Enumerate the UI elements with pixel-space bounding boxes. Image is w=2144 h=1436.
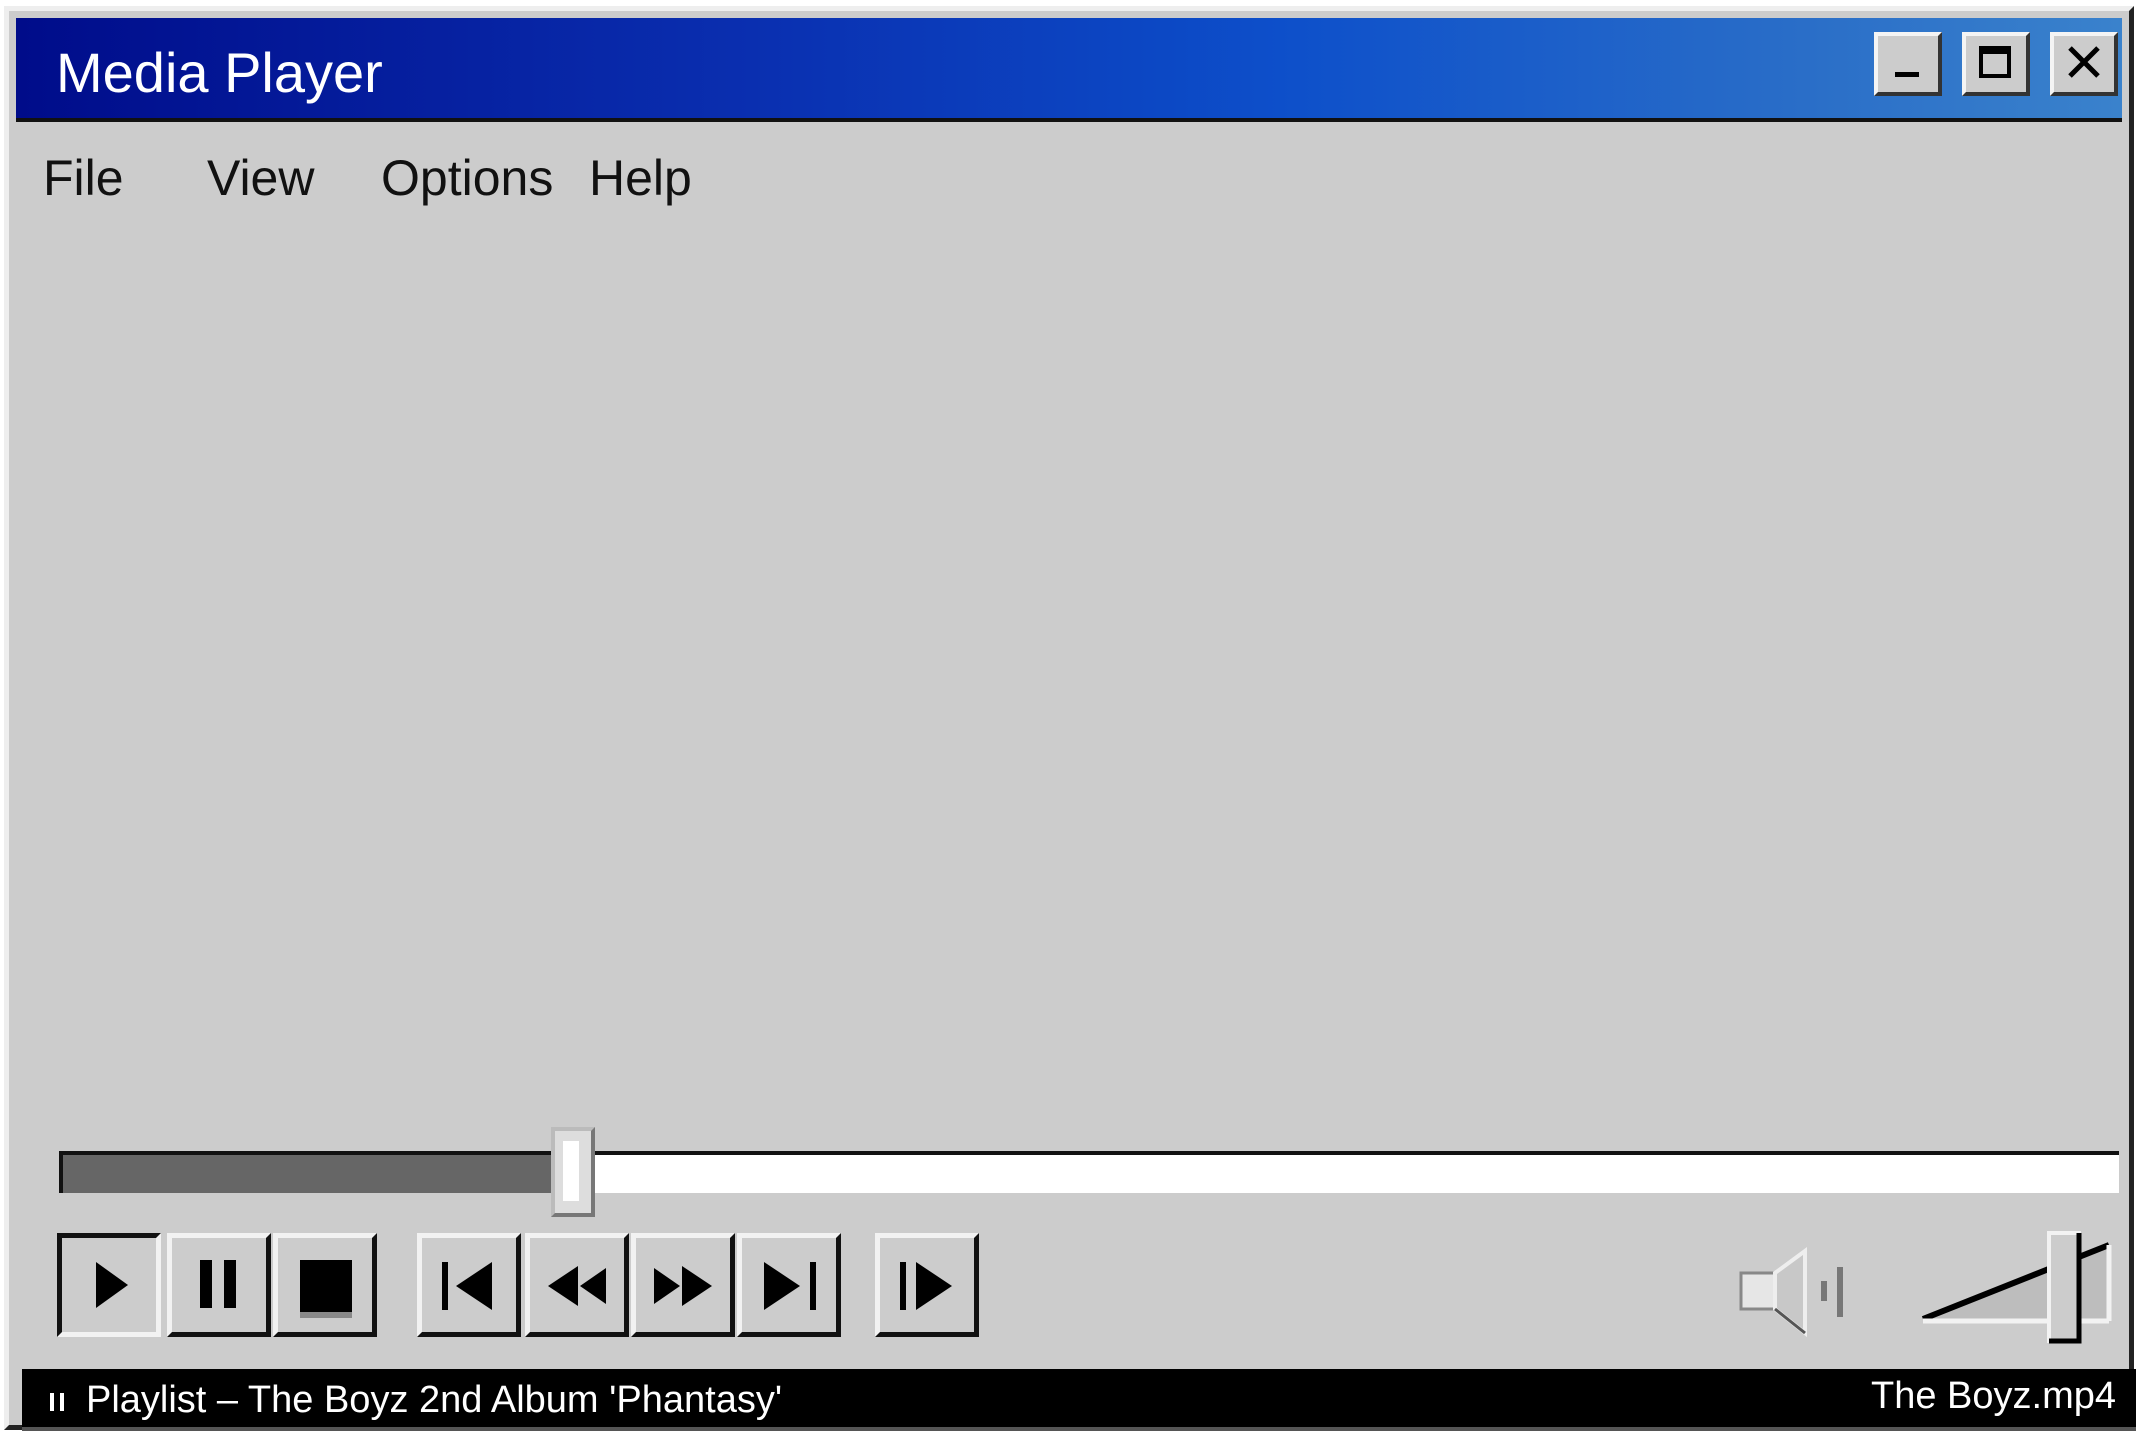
fast-forward-icon [654,1266,712,1306]
volume-ramp [1921,1231,2112,1344]
rewind-icon [548,1266,606,1306]
seek-thumb[interactable] [551,1127,595,1217]
menu-options[interactable]: Options [381,149,553,207]
minimize-button[interactable] [1874,32,1942,96]
window-title: Media Player [56,41,383,104]
maximize-icon [1979,46,2011,78]
maximize-button[interactable] [1962,32,2030,96]
play-button[interactable] [57,1233,161,1337]
seek-progress [59,1155,553,1193]
pause-button[interactable] [167,1233,271,1337]
skip-back-icon [442,1262,492,1310]
file-name-label: The Boyz.mp4 [1871,1375,2116,1417]
skip-forward-icon [764,1262,816,1310]
close-icon [2068,46,2100,78]
media-player-window: Media Player File View Options Help Play… [4,6,2136,1431]
next-button[interactable] [737,1233,841,1337]
previous-button[interactable] [417,1233,521,1337]
minimize-icon [1895,72,1919,77]
close-button[interactable] [2050,32,2118,96]
play-icon [96,1262,128,1308]
step-forward-icon [900,1262,952,1310]
playlist-label: Playlist – The Boyz 2nd Album 'Phantasy' [86,1379,783,1421]
menu-file[interactable]: File [43,149,124,207]
stop-icon [300,1260,352,1318]
pause-icon [200,1260,236,1308]
rewind-button[interactable] [525,1233,629,1337]
mute-button[interactable] [1737,1245,1857,1350]
menu-help[interactable]: Help [589,149,692,207]
stop-button[interactable] [273,1233,377,1337]
step-forward-button[interactable] [875,1233,979,1337]
speaker-icon [1739,1247,1843,1338]
seek-bar[interactable] [59,1151,2119,1193]
volume-thumb[interactable] [2047,1231,2082,1344]
title-bar[interactable]: Media Player [16,18,2122,122]
fast-forward-button[interactable] [631,1233,735,1337]
pause-state-icon [50,1393,64,1411]
status-bar: Playlist – The Boyz 2nd Album 'Phantasy'… [22,1369,2136,1431]
volume-slider[interactable] [1919,1229,2119,1354]
menu-view[interactable]: View [207,149,314,207]
